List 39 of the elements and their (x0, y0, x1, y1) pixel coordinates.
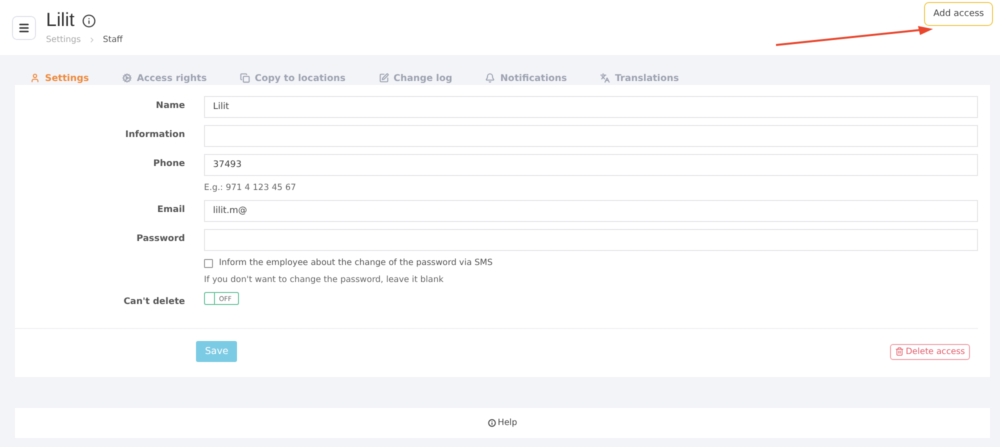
trash-icon (894, 347, 904, 356)
bell-icon (485, 73, 496, 83)
breadcrumb-item[interactable]: Settings (46, 35, 81, 45)
info-icon (488, 419, 496, 427)
input-field[interactable]: Lilit (204, 96, 978, 118)
hint-text: E.g.: 971 4 123 45 67 (204, 183, 298, 193)
field-label: Phone (152, 158, 185, 171)
add-access-button[interactable]: Add access (924, 2, 993, 26)
input-field[interactable] (204, 229, 978, 251)
tab[interactable]: Settings (30, 71, 89, 85)
tab[interactable]: Copy to locations (240, 71, 346, 85)
pencil-square-icon (378, 73, 389, 83)
menu-button[interactable] (12, 16, 36, 40)
field-label: Name (154, 100, 185, 113)
breadcrumb-item: Staff (102, 35, 123, 45)
field-label: Can't delete (122, 296, 185, 307)
hint-text: If you don't want to change the password, leave it blank (204, 275, 445, 285)
translate-icon (600, 73, 610, 83)
field-label: Information (124, 129, 185, 142)
page-title: Lilit (46, 10, 75, 32)
tab[interactable]: Translations (600, 71, 679, 85)
input-field[interactable]: lilit.m@ (204, 200, 978, 222)
field-label: Password (135, 233, 185, 246)
menu-icon (18, 22, 30, 34)
checkbox[interactable] (204, 258, 213, 268)
info-icon[interactable] (82, 14, 96, 28)
help-link[interactable]: Help (488, 418, 518, 428)
tab[interactable]: Change log (378, 71, 452, 85)
input-field[interactable] (204, 125, 978, 147)
delete-access-button[interactable]: Delete access (890, 344, 970, 360)
copy-icon (240, 73, 250, 83)
checkbox-label: Inform the employee about the change of the password via SMS (219, 258, 493, 268)
tab[interactable]: Access rights (122, 71, 207, 85)
field-label: Email (156, 204, 185, 217)
gear-icon (122, 73, 132, 83)
input-field[interactable]: 37493 (204, 154, 978, 176)
save-button[interactable]: Save (196, 341, 238, 362)
user-icon (30, 73, 40, 83)
tab[interactable]: Notifications (485, 71, 567, 85)
